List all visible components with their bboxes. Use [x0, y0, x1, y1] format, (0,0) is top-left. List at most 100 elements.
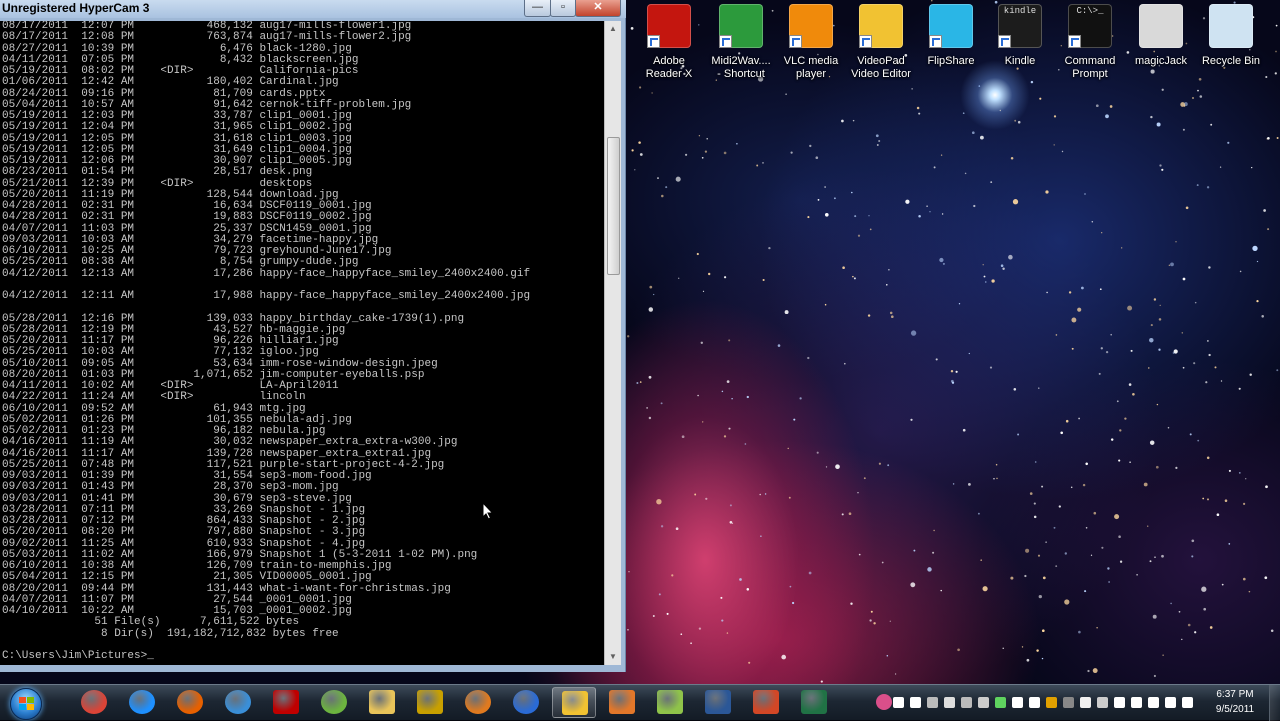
star [876, 144, 879, 146]
scroll-up-arrow-icon[interactable]: ▲ [605, 21, 621, 37]
star [1159, 164, 1162, 167]
star [627, 629, 629, 631]
firefox-icon [177, 690, 203, 714]
taskbar-button-green-globe[interactable] [312, 687, 356, 718]
flag-icon[interactable] [1012, 697, 1023, 708]
tray-icon-12[interactable] [1080, 697, 1091, 708]
star [1053, 526, 1056, 529]
taskbar-button-headset-app[interactable] [504, 687, 548, 718]
taskbar-button-powerpoint[interactable] [744, 687, 788, 718]
star [968, 483, 971, 486]
stop-icon[interactable] [893, 697, 904, 708]
star [1239, 270, 1242, 273]
taskbar-button-file-explorer[interactable] [360, 687, 404, 718]
star [980, 135, 984, 140]
taskbar-button-ultraedit[interactable] [408, 687, 452, 718]
star [867, 314, 871, 317]
star [658, 593, 661, 596]
vertical-scrollbar[interactable]: ▲ ▼ [604, 21, 621, 665]
star [1100, 347, 1103, 350]
star [889, 311, 893, 315]
star [697, 394, 699, 397]
tray-icon-6[interactable] [978, 697, 989, 708]
star [807, 216, 810, 219]
star [1116, 400, 1119, 403]
tray-icon-4[interactable] [944, 697, 955, 708]
close-button[interactable]: ✕ [575, 0, 621, 17]
desktop-icon-vlc[interactable]: VLC media player [773, 4, 849, 81]
star [1064, 552, 1067, 555]
midi2wav-icon [719, 4, 763, 48]
tray-icon-10[interactable] [1046, 697, 1057, 708]
taskbar-button-notepad[interactable] [648, 687, 692, 718]
console-line: 01/06/2011 12:42 AM 180,402 Cardinal.jpg [2, 76, 339, 89]
star [873, 622, 876, 625]
taskbar-button-filezilla[interactable] [264, 687, 308, 718]
window-titlebar[interactable]: Unregistered HyperCam 3 — ▫ ✕ [0, 0, 626, 18]
console-screen[interactable]: 08/17/2011 12:07 PM 468,132 aug17-mills-… [0, 21, 604, 665]
taskbar-button-word[interactable] [696, 687, 740, 718]
taskbar-button-paint[interactable] [600, 687, 644, 718]
star [968, 352, 970, 355]
star [631, 149, 634, 152]
taskbar-button-excel[interactable] [792, 687, 836, 718]
taskbar-button-fox-app[interactable] [456, 687, 500, 718]
desktop-icon-command-prompt[interactable]: C:\>_ Command Prompt [1052, 4, 1128, 81]
star [726, 380, 730, 383]
console-output[interactable]: 08/17/2011 12:07 PM 468,132 aug17-mills-… [0, 21, 604, 662]
scrollbar-thumb[interactable] [607, 137, 620, 275]
clock[interactable]: 6:37 PM 9/5/2011 [1204, 687, 1266, 717]
desktop-icon-kindle[interactable]: kindle Kindle [982, 4, 1058, 68]
action-center-icon[interactable] [1148, 697, 1159, 708]
magicjack-tray-icon[interactable] [876, 694, 892, 710]
tray-icon-3[interactable] [927, 697, 938, 708]
star [910, 582, 916, 588]
minimize-button[interactable]: — [524, 0, 551, 17]
star [824, 186, 826, 188]
taskbar-button-firefox[interactable] [168, 687, 212, 718]
taskbar-button-internet-explorer[interactable] [120, 687, 164, 718]
star [791, 601, 795, 605]
console-window[interactable]: Unregistered HyperCam 3 — ▫ ✕ 08/17/2011… [0, 0, 626, 672]
network-icon[interactable] [1165, 697, 1176, 708]
star [1191, 555, 1194, 558]
scroll-down-arrow-icon[interactable]: ▼ [605, 649, 621, 665]
star [1077, 307, 1082, 312]
star [890, 315, 894, 319]
star [1038, 594, 1042, 599]
star [1156, 403, 1159, 406]
desktop-icon-adobe-reader[interactable]: Adobe Reader X [631, 4, 707, 81]
maximize-button[interactable]: ▫ [550, 0, 576, 17]
signal-bars-icon[interactable] [1131, 697, 1142, 708]
taskbar-button-safari[interactable] [216, 687, 260, 718]
star [1170, 602, 1172, 605]
desktop-icon-magicjack[interactable]: magicJack [1123, 4, 1199, 68]
tray-icon-11[interactable] [1063, 697, 1074, 708]
star [1087, 669, 1090, 673]
start-button[interactable] [4, 685, 46, 721]
desktop-icon-videopad[interactable]: VideoPad Video Editor [843, 4, 919, 81]
tray-icon-13[interactable] [1097, 697, 1108, 708]
desktop-icon-flipshare[interactable]: FlipShare [913, 4, 989, 68]
volume-icon[interactable] [1182, 697, 1193, 708]
star [808, 571, 812, 575]
tray-icon-9[interactable] [1029, 697, 1040, 708]
network-green-icon[interactable] [995, 697, 1006, 708]
star [1064, 599, 1070, 605]
desktop-icon-recycle-bin[interactable]: Recycle Bin [1193, 4, 1269, 68]
tray-icon-14[interactable] [1114, 697, 1125, 708]
star [983, 275, 986, 278]
star [1033, 502, 1036, 505]
star [1046, 291, 1048, 294]
taskbar-button-videopad-taskbar[interactable] [552, 687, 596, 718]
star [1105, 350, 1109, 354]
star [748, 661, 751, 664]
show-desktop-button[interactable] [1269, 685, 1280, 721]
star [729, 520, 733, 524]
tray-icon-5[interactable] [961, 697, 972, 708]
record-icon[interactable] [910, 697, 921, 708]
desktop-icon-midi2wav[interactable]: Midi2Wav.... - Shortcut [703, 4, 779, 81]
taskbar-button-chrome[interactable] [72, 687, 116, 718]
star [729, 504, 732, 507]
star [1017, 120, 1021, 124]
